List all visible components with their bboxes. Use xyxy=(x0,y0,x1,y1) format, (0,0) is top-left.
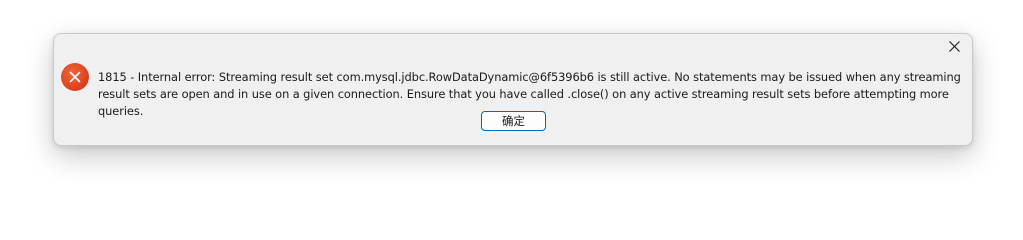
error-dialog: 1815 - Internal error: Streaming result … xyxy=(53,33,973,146)
close-icon xyxy=(948,40,960,52)
ok-button[interactable]: 确定 xyxy=(481,111,546,131)
close-button[interactable] xyxy=(940,36,968,56)
error-circle-icon xyxy=(61,63,89,91)
